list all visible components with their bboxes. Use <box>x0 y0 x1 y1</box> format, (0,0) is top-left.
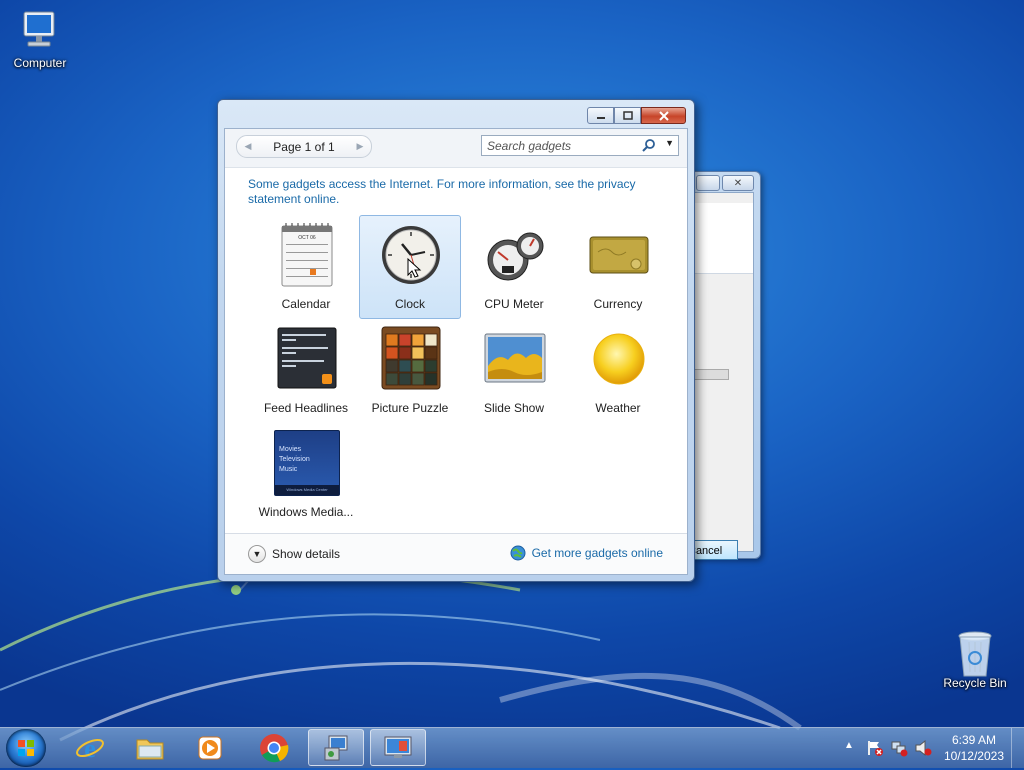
currency-icon <box>589 236 649 274</box>
calendar-icon: OCT 06 <box>281 223 333 287</box>
gadget-calendar[interactable]: OCT 06 Calendar <box>255 215 357 319</box>
start-button[interactable] <box>6 729 46 767</box>
picture-puzzle-icon <box>381 326 441 390</box>
svg-text:e: e <box>84 734 96 763</box>
search-icon <box>642 139 655 152</box>
gadget-label: Currency <box>593 297 643 311</box>
desktop-icon-computer[interactable]: Computer <box>0 10 80 70</box>
desktop-icon-label: Computer <box>13 56 67 70</box>
clock-date: 10/12/2023 <box>943 749 1004 763</box>
search-placeholder: Search gadgets <box>487 139 572 153</box>
system-clock[interactable]: 6:39 AM 10/12/2023 <box>944 732 1004 764</box>
gadget-label: CPU Meter <box>484 297 544 311</box>
close-button[interactable] <box>641 107 686 124</box>
taskbar-chrome[interactable] <box>246 729 302 766</box>
gadget-feed-headlines[interactable]: Feed Headlines <box>255 319 357 423</box>
show-hidden-icons-button[interactable]: ▲ <box>844 740 854 751</box>
gadget-weather[interactable]: Weather <box>567 319 669 423</box>
slide-show-icon <box>484 333 546 383</box>
next-page-button[interactable]: ▶ <box>352 138 368 154</box>
gadget-label: Clock <box>394 297 425 311</box>
clock-icon <box>382 226 440 284</box>
chrome-icon <box>260 733 289 762</box>
maximize-icon <box>622 111 633 120</box>
maximize-button[interactable] <box>614 107 641 124</box>
caption-buttons <box>587 107 686 124</box>
weather-icon <box>593 333 645 385</box>
minimize-button[interactable] <box>587 107 614 124</box>
progress-bar <box>690 369 729 380</box>
minimize-icon <box>596 116 605 119</box>
get-more-gadgets-link[interactable]: Get more gadgets online <box>510 545 663 561</box>
system-tray: ▲ 6:39 AM 10/12/2023 <box>834 728 1024 768</box>
taskbar-setup-program[interactable] <box>308 729 364 766</box>
gadget-label: Feed Headlines <box>263 401 349 415</box>
feed-headlines-icon <box>277 327 337 389</box>
show-desktop-button[interactable] <box>1011 728 1024 768</box>
dialog-body: Cancel <box>686 192 754 560</box>
gadget-label: Slide Show <box>483 401 545 415</box>
page-navigator: ◀ Page 1 of 1 ▶ <box>236 135 372 158</box>
close-button[interactable]: ✕ <box>722 175 754 191</box>
show-details-label: Show details <box>272 547 341 561</box>
taskbar: e ▲ 6:39 AM 10/12/2023 <box>0 727 1024 768</box>
globe-icon <box>510 545 526 561</box>
close-icon <box>658 110 669 121</box>
internet-explorer-icon: e <box>76 734 104 763</box>
gadgets-icon <box>384 736 412 758</box>
restore-button[interactable] <box>696 175 720 191</box>
chevron-down-icon: ▼ <box>248 545 266 563</box>
taskbar-media-player[interactable] <box>182 729 238 766</box>
gadget-currency[interactable]: Currency <box>567 215 669 319</box>
gadget-label: Windows Media... <box>258 505 354 519</box>
taskbar-gadgets[interactable] <box>370 729 426 766</box>
taskbar-internet-explorer[interactable]: e <box>62 729 118 766</box>
privacy-info-link[interactable]: Some gadgets access the Internet. For mo… <box>248 177 648 207</box>
search-input[interactable]: Search gadgets ▼ <box>481 135 679 156</box>
background-dialog: ✕ Cancel <box>686 171 761 560</box>
chevron-down-icon[interactable]: ▼ <box>665 138 674 148</box>
desktop-icon-recycle-bin[interactable]: Recycle Bin <box>935 630 1015 690</box>
folder-icon <box>136 739 164 759</box>
computer-icon <box>16 10 64 54</box>
svg-text:OCT 06: OCT 06 <box>298 235 316 241</box>
windows-logo-icon <box>18 740 34 756</box>
gadgets-panel: ◀ Page 1 of 1 ▶ Search gadgets ▼ Some ga… <box>224 128 688 575</box>
windows-media-center-icon: Movies Television Music Windows Media Ce… <box>274 430 340 496</box>
gadget-label: Calendar <box>281 297 331 311</box>
gadget-cpu-meter[interactable]: CPU Meter <box>463 215 565 319</box>
gadget-picture-puzzle[interactable]: Picture Puzzle <box>359 319 461 423</box>
dialog-header-area <box>690 203 753 274</box>
media-tile-line: Movies <box>279 446 302 453</box>
volume-muted-icon[interactable] <box>914 739 932 757</box>
gadget-label: Weather <box>595 401 641 415</box>
recycle-bin-icon <box>951 630 999 677</box>
details-bar: ▼ Show details Get more gadgets online <box>225 533 687 574</box>
gadget-clock[interactable]: Clock <box>359 215 461 319</box>
media-tile-line: Music <box>279 466 298 473</box>
action-center-flag-icon[interactable] <box>866 739 884 757</box>
page-label: Page 1 of 1 <box>273 140 335 154</box>
network-icon[interactable] <box>890 739 908 757</box>
gadget-slide-show[interactable]: Slide Show <box>463 319 565 423</box>
get-more-label: Get more gadgets online <box>531 546 663 560</box>
toolbar: ◀ Page 1 of 1 ▶ Search gadgets ▼ <box>225 129 687 168</box>
gadget-label: Picture Puzzle <box>371 401 449 415</box>
media-tile-line: Television <box>279 456 310 463</box>
gadget-windows-media-center[interactable]: Movies Television Music Windows Media Ce… <box>255 423 357 527</box>
media-tile-footer: Windows Media Center <box>275 485 339 495</box>
installer-icon <box>324 735 348 760</box>
taskbar-file-explorer[interactable] <box>122 729 178 766</box>
show-details-button[interactable]: ▼ Show details <box>248 545 340 563</box>
clock-time: 6:39 AM <box>951 733 996 747</box>
gadgets-window: ◀ Page 1 of 1 ▶ Search gadgets ▼ Some ga… <box>217 99 695 582</box>
media-player-icon <box>198 736 222 759</box>
cpu-meter-icon <box>487 232 544 281</box>
